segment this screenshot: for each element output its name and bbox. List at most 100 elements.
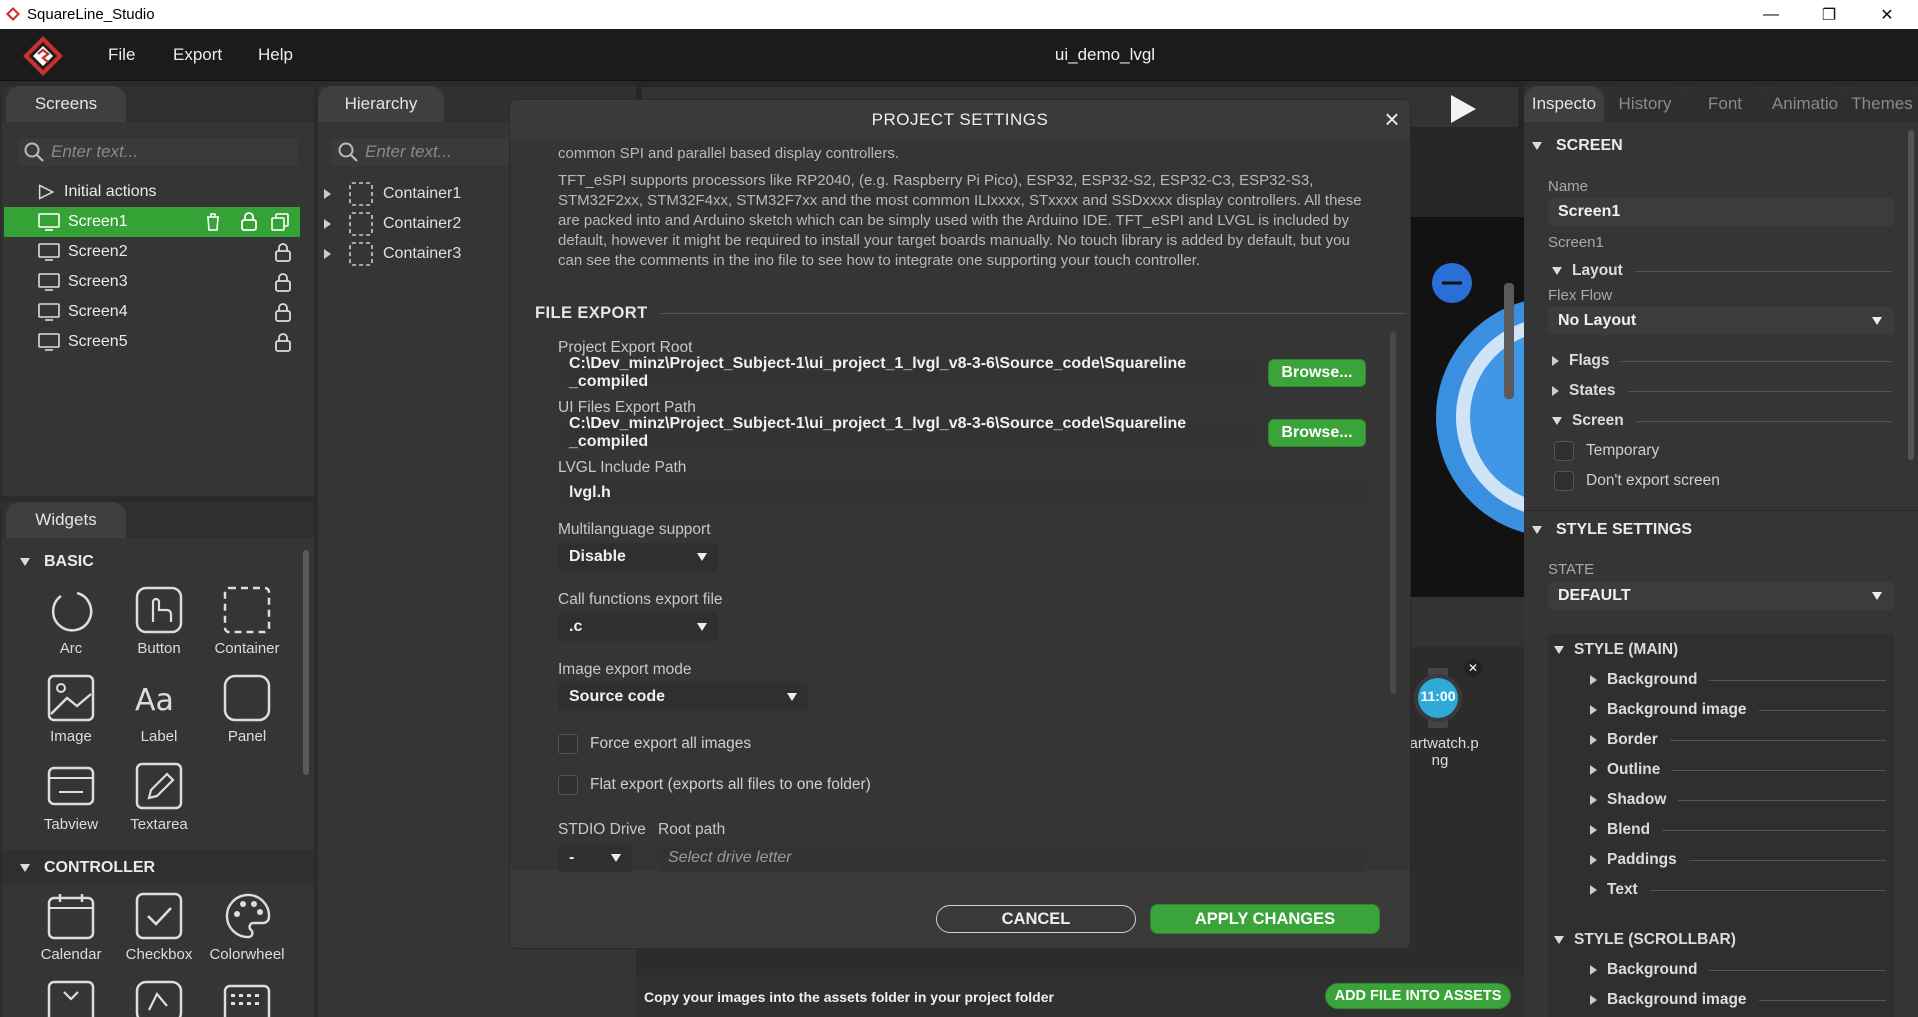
flags-subsection[interactable]: Flags <box>1552 352 1892 370</box>
play-icon[interactable] <box>1448 93 1478 125</box>
widgets-scrollbar[interactable] <box>303 550 309 775</box>
trash-icon[interactable] <box>204 212 222 232</box>
widget-label[interactable]: Aa Label <box>115 674 203 745</box>
lock-icon[interactable] <box>240 212 258 232</box>
widget-textarea[interactable]: Textarea <box>115 762 203 833</box>
expand-arrow-icon[interactable] <box>324 249 331 259</box>
window-title: SquareLine_Studio <box>27 6 155 23</box>
window-close-button[interactable]: ✕ <box>1858 0 1916 29</box>
widget-button[interactable]: Button <box>115 586 203 657</box>
screen-row-4[interactable]: Screen4 <box>4 297 300 327</box>
style-scrollbar-subsection[interactable]: STYLE (SCROLLBAR) <box>1554 931 1736 949</box>
hierarchy-item[interactable]: Container1 <box>324 181 461 207</box>
flex-flow-dropdown[interactable]: No Layout <box>1548 307 1894 335</box>
remove-asset-icon[interactable]: ✕ <box>1464 659 1482 677</box>
inspector-scrollbar[interactable] <box>1908 130 1914 460</box>
tab-history[interactable]: History <box>1606 86 1684 122</box>
cancel-button[interactable]: CANCEL <box>936 905 1136 933</box>
style-item-blend[interactable]: Blend <box>1590 821 1886 839</box>
lock-icon[interactable] <box>274 303 292 323</box>
add-file-into-assets-button[interactable]: ADD FILE INTO ASSETS <box>1325 983 1511 1009</box>
keyboard-widget-icon[interactable] <box>223 980 271 1017</box>
state-label: STATE <box>1548 561 1595 578</box>
state-dropdown[interactable]: DEFAULT <box>1548 582 1894 610</box>
widget-panel[interactable]: Panel <box>203 674 291 745</box>
lock-icon[interactable] <box>274 243 292 263</box>
screen-row-1[interactable]: Screen1 <box>4 207 300 237</box>
apply-changes-button[interactable]: APPLY CHANGES <box>1150 904 1380 934</box>
tab-inspector[interactable]: Inspecto <box>1524 86 1604 122</box>
dialog-title: PROJECT SETTINGS <box>871 110 1049 129</box>
scrollbar-item-background[interactable]: Background <box>1590 961 1886 979</box>
screen-row-3[interactable]: Screen3 <box>4 267 300 297</box>
layout-subsection[interactable]: Layout <box>1552 262 1892 280</box>
screens-search-input[interactable]: Enter text... <box>18 138 298 166</box>
style-settings-header[interactable]: STYLE SETTINGS <box>1532 521 1692 539</box>
widget-container[interactable]: Container <box>203 586 291 657</box>
style-item-background[interactable]: Background <box>1590 671 1886 689</box>
style-item-background-image[interactable]: Background image <box>1590 701 1886 719</box>
widget-arc[interactable]: Arc <box>27 586 115 657</box>
style-item-text[interactable]: Text <box>1590 881 1886 899</box>
tab-screens[interactable]: Screens <box>6 86 126 122</box>
states-subsection[interactable]: States <box>1552 382 1892 400</box>
lock-icon[interactable] <box>274 273 292 293</box>
call-functions-dropdown[interactable]: .c <box>558 613 718 641</box>
name-input[interactable]: Screen1 <box>1548 198 1894 226</box>
screen-section-header[interactable]: SCREEN <box>1532 137 1623 155</box>
lock-icon[interactable] <box>274 333 292 353</box>
style-item-shadow[interactable]: Shadow <box>1590 791 1886 809</box>
lvgl-include-label: LVGL Include Path <box>558 459 687 476</box>
duplicate-icon[interactable] <box>270 212 290 232</box>
dropdown-widget-icon[interactable] <box>47 980 95 1017</box>
image-export-mode-dropdown[interactable]: Source code <box>558 683 808 711</box>
widget-tabview[interactable]: Tabview <box>27 762 115 833</box>
screen-row-5[interactable]: Screen5 <box>4 327 300 357</box>
canvas-scrollbar[interactable] <box>1504 283 1514 399</box>
screen-row-2[interactable]: Screen2 <box>4 237 300 267</box>
dont-export-checkbox[interactable] <box>1554 471 1574 491</box>
style-main-subsection[interactable]: STYLE (MAIN) <box>1554 641 1678 659</box>
style-item-border[interactable]: Border <box>1590 731 1886 749</box>
expand-arrow-icon[interactable] <box>324 219 331 229</box>
controller-section-header[interactable]: CONTROLLER <box>20 859 155 877</box>
temporary-checkbox[interactable] <box>1554 441 1574 461</box>
browse-ui-files-button[interactable]: Browse... <box>1268 419 1366 447</box>
widget-colorwheel[interactable]: Colorwheel <box>203 892 291 963</box>
expand-arrow-icon[interactable] <box>324 189 331 199</box>
basic-section-header[interactable]: BASIC <box>20 553 94 571</box>
flat-export-checkbox[interactable] <box>558 775 578 795</box>
widget-calendar[interactable]: Calendar <box>27 892 115 963</box>
imgbutton-widget-icon[interactable] <box>135 980 183 1017</box>
tab-animation[interactable]: Animatio <box>1766 86 1844 122</box>
dialog-scrollbar[interactable] <box>1390 332 1396 694</box>
hierarchy-item[interactable]: Container3 <box>324 241 461 267</box>
browse-export-root-button[interactable]: Browse... <box>1268 359 1366 387</box>
tab-font[interactable]: Font <box>1686 86 1764 122</box>
screen-name: Screen4 <box>68 303 128 320</box>
hierarchy-item[interactable]: Container2 <box>324 211 461 237</box>
tab-themes[interactable]: Themes <box>1846 86 1918 122</box>
tab-widgets[interactable]: Widgets <box>6 502 126 538</box>
ui-files-field[interactable]: C:\Dev_minz\Project_Subject-1\ui_project… <box>558 415 1258 450</box>
dialog-desc-2: TFT_eSPI supports processors like RP2040… <box>558 172 1362 269</box>
screen-subsection[interactable]: Screen <box>1552 412 1892 430</box>
tab-hierarchy[interactable]: Hierarchy <box>318 86 444 122</box>
force-export-checkbox[interactable] <box>558 734 578 754</box>
initial-actions-item[interactable]: Initial actions <box>4 177 300 207</box>
stdio-drive-dropdown[interactable]: - <box>558 844 632 872</box>
style-item-outline[interactable]: Outline <box>1590 761 1886 779</box>
minimize-button[interactable]: — <box>1742 0 1800 29</box>
call-functions-label: Call functions export file <box>558 591 723 608</box>
dialog-close-button[interactable]: × <box>1380 106 1404 132</box>
scrollbar-item-background-image[interactable]: Background image <box>1590 991 1886 1009</box>
style-item-paddings[interactable]: Paddings <box>1590 851 1886 869</box>
lvgl-include-field[interactable]: lvgl.h <box>558 480 1366 506</box>
root-path-input[interactable]: Select drive letter <box>658 844 1366 872</box>
widget-image[interactable]: Image <box>27 674 115 745</box>
checkbox-icon <box>135 892 183 940</box>
multilang-dropdown[interactable]: Disable <box>558 543 718 571</box>
widget-checkbox[interactable]: Checkbox <box>115 892 203 963</box>
maximize-button[interactable]: ❐ <box>1800 0 1858 29</box>
export-root-field[interactable]: C:\Dev_minz\Project_Subject-1\ui_project… <box>558 355 1258 390</box>
